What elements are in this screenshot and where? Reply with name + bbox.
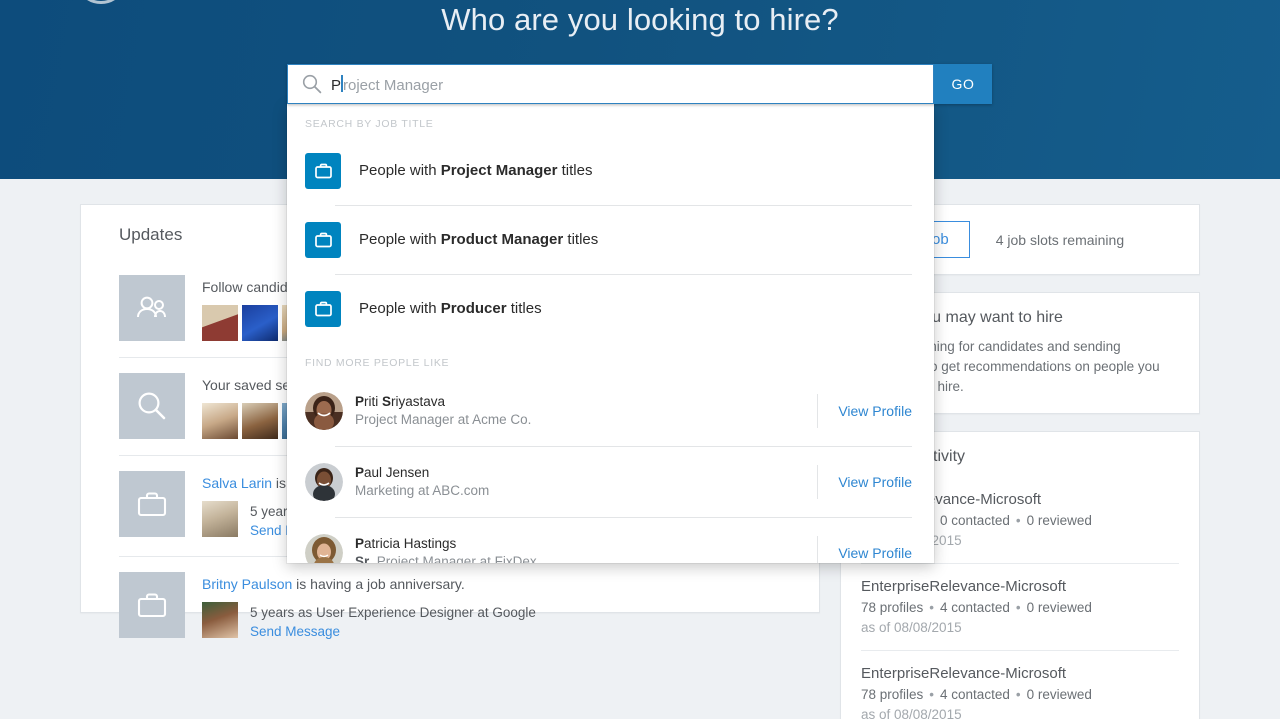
suggestion-person-1[interactable]: Paul Jensen Marketing at ABC.com View Pr…	[287, 446, 934, 517]
update-detail-text-3: 5 years as User Experience Designer at G…	[250, 605, 536, 620]
briefcase-icon	[119, 471, 185, 537]
thumb	[242, 403, 278, 439]
search-icon	[119, 373, 185, 439]
update-text-3: Britny Paulson is having a job anniversa…	[202, 576, 465, 592]
briefcase-icon	[305, 221, 341, 258]
activity-item-2[interactable]: EnterpriseRelevance-Microsoft 78 profile…	[861, 650, 1179, 719]
briefcase-icon	[119, 572, 185, 638]
typeahead-dropdown: SEARCH BY JOB TITLE People with Project …	[287, 104, 934, 563]
suggestion-job-title-label-0: People with Project Manager titles	[359, 162, 593, 179]
person-headline-1: Marketing at ABC.com	[355, 482, 490, 498]
thumb	[202, 602, 238, 638]
activity-name-2: EnterpriseRelevance-Microsoft	[861, 665, 1067, 682]
thumb	[202, 501, 238, 537]
person-name-1: Paul Jensen	[355, 464, 430, 480]
activity-stats-2: 78 profiles • 4 contacted • 0 reviewed	[861, 687, 1092, 702]
update-person-link-3[interactable]: Britny Paulson	[202, 576, 292, 592]
update-detail-3: 5 years as User Experience Designer at G…	[202, 602, 797, 641]
person-info: Priti Sriyastava Project Manager at Acme…	[355, 393, 817, 429]
person-info: Patricia Hastings Sr. Project Manager at…	[355, 535, 817, 564]
search-bar: Project Manager GO	[287, 64, 992, 104]
thumb	[242, 305, 278, 341]
update-item-3[interactable]: Britny Paulson is having a job anniversa…	[103, 556, 797, 657]
avatar	[305, 462, 343, 501]
suggestion-job-title-1[interactable]: People with Product Manager titles	[287, 205, 934, 274]
view-profile-link-2[interactable]: View Profile	[817, 535, 912, 563]
person-name-2: Patricia Hastings	[355, 535, 457, 551]
search-icon	[301, 73, 323, 95]
suggestion-job-title-2[interactable]: People with Producer titles	[287, 274, 934, 343]
view-profile-link-0[interactable]: View Profile	[817, 393, 912, 428]
suggestion-job-title-label-2: People with Producer titles	[359, 300, 542, 317]
page-title: Who are you looking to hire?	[441, 2, 839, 37]
update-person-link-2[interactable]: Salva Larin	[202, 475, 272, 491]
suggestion-job-title-label-1: People with Product Manager titles	[359, 231, 599, 248]
suggestion-person-2[interactable]: Patricia Hastings Sr. Project Manager at…	[287, 517, 934, 563]
avatar	[305, 533, 343, 563]
dropdown-section-job-title: SEARCH BY JOB TITLE	[305, 118, 434, 130]
job-slots-text: 4 job slots remaining	[995, 231, 1125, 248]
suggestion-job-title-0[interactable]: People with Project Manager titles	[287, 136, 934, 205]
activity-date-2: as of 08/08/2015	[861, 707, 962, 719]
search-input[interactable]: Project Manager	[287, 64, 934, 104]
app-root: Who are you looking to hire? Project Man…	[0, 0, 1280, 719]
suggestion-person-0[interactable]: Priti Sriyastava Project Manager at Acme…	[287, 375, 934, 446]
people-icon	[119, 275, 185, 341]
update-body-3: Britny Paulson is having a job anniversa…	[202, 572, 797, 641]
briefcase-icon	[305, 290, 341, 327]
person-info: Paul Jensen Marketing at ABC.com	[355, 464, 817, 500]
person-headline-2: Sr. Project Manager at FixDex	[355, 553, 537, 564]
avatar	[305, 391, 343, 430]
thumb	[202, 305, 238, 341]
view-profile-link-1[interactable]: View Profile	[817, 464, 912, 499]
briefcase-icon	[305, 152, 341, 189]
go-button[interactable]: GO	[934, 64, 992, 104]
person-name-0: Priti Sriyastava	[355, 393, 446, 409]
search-suggestion-remainder: roject Manager	[343, 76, 444, 94]
person-headline-0: Project Manager at Acme Co.	[355, 411, 532, 427]
search-text: Project Manager	[331, 73, 443, 96]
activity-item-1[interactable]: EnterpriseRelevance-Microsoft 78 profile…	[861, 563, 1179, 650]
send-message-link-3[interactable]: Send Message	[250, 624, 340, 639]
activity-date-1: as of 08/08/2015	[861, 620, 962, 635]
activity-name-1: EnterpriseRelevance-Microsoft	[861, 578, 1067, 595]
dropdown-section-people: FIND MORE PEOPLE LIKE	[305, 357, 450, 369]
text-caret	[341, 74, 344, 92]
activity-stats-1: 78 profiles • 4 contacted • 0 reviewed	[861, 600, 1092, 615]
search-typed-value: P	[331, 76, 342, 94]
thumb	[202, 403, 238, 439]
